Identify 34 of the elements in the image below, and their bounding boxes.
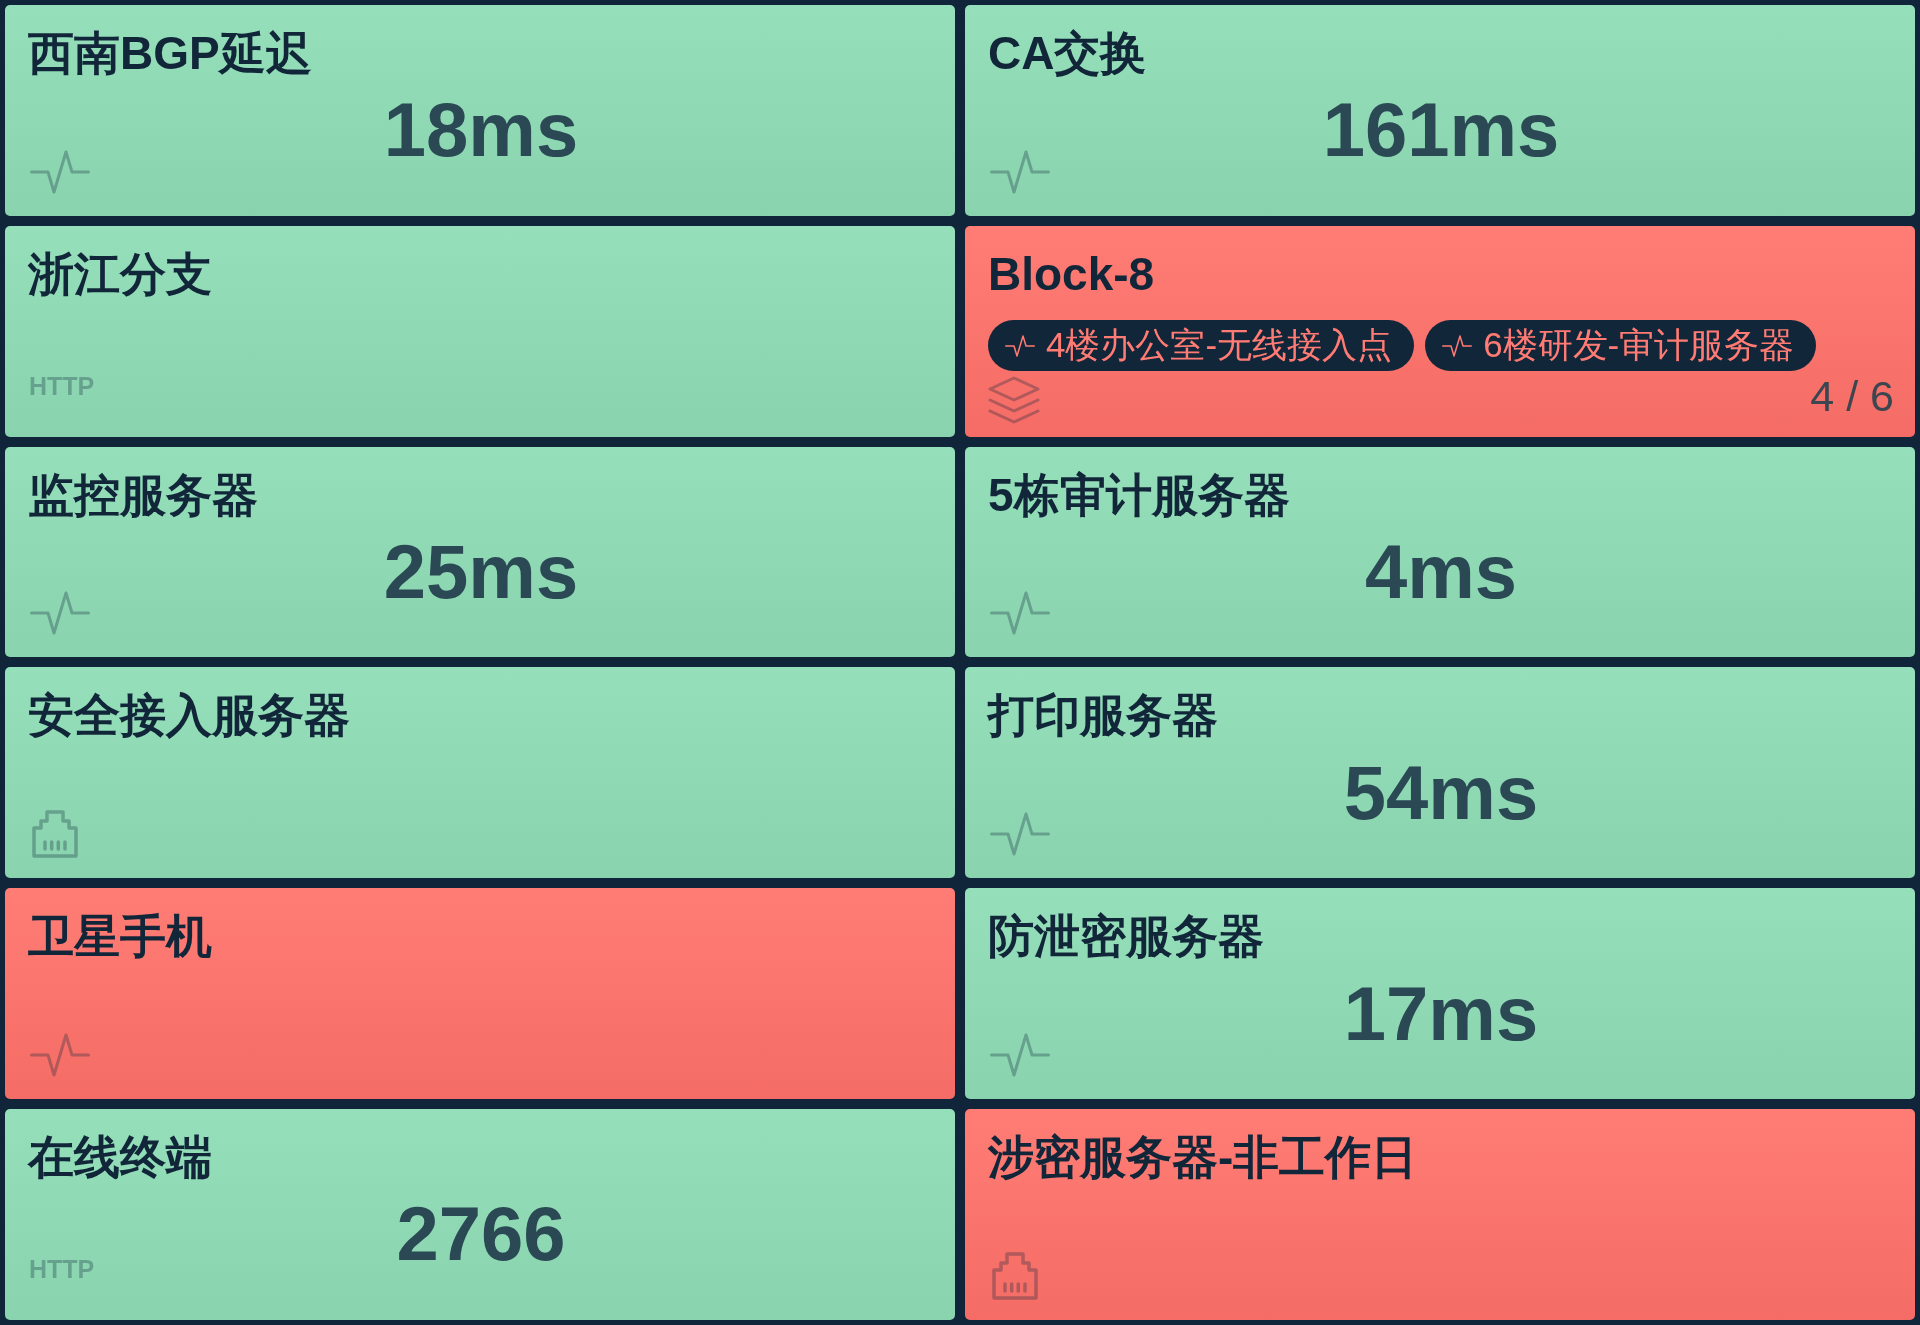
metric-value: 54ms — [1343, 754, 1539, 831]
metric-value: 2766 — [396, 1196, 566, 1273]
metric-value: 17ms — [1343, 975, 1539, 1052]
metric-value: 25ms — [383, 533, 579, 610]
card-title: CA交换 — [988, 26, 1147, 81]
heartbeat-icon — [30, 149, 90, 194]
heartbeat-icon — [30, 591, 90, 636]
member-tag: 4楼办公室-无线接入点 — [988, 320, 1415, 371]
heartbeat-icon — [1004, 334, 1036, 357]
heartbeat-icon — [30, 1033, 90, 1078]
card-title: 安全接入服务器 — [28, 688, 350, 744]
heartbeat-icon — [990, 1033, 1050, 1078]
card-title: 浙江分支 — [28, 246, 212, 302]
card-title: 打印服务器 — [988, 688, 1218, 744]
heartbeat-icon — [990, 149, 1050, 194]
ethernet-port-icon — [32, 810, 78, 859]
card-title: Block-8 — [988, 246, 1155, 302]
card-title: 西南BGP延迟 — [28, 26, 312, 81]
metric-value: 4ms — [1364, 533, 1518, 610]
member-count: 4 / 6 — [1810, 371, 1894, 422]
card-title: 在线终端 — [28, 1130, 212, 1186]
metric-value: 161ms — [1322, 92, 1560, 169]
card-title: 防泄密服务器 — [988, 909, 1264, 965]
heartbeat-icon — [1441, 334, 1474, 357]
heartbeat-icon — [990, 812, 1050, 857]
card-title: 涉密服务器-非工作日 — [988, 1130, 1418, 1186]
card-title: 卫星手机 — [28, 909, 212, 965]
card-title: 5栋审计服务器 — [988, 467, 1290, 523]
layers-icon — [988, 375, 1040, 424]
card-title: 监控服务器 — [28, 467, 258, 523]
ethernet-port-icon — [992, 1252, 1038, 1300]
metric-value: 18ms — [383, 92, 579, 169]
heartbeat-icon — [990, 591, 1050, 636]
member-tag: 6楼研发-审计服务器 — [1425, 320, 1817, 371]
